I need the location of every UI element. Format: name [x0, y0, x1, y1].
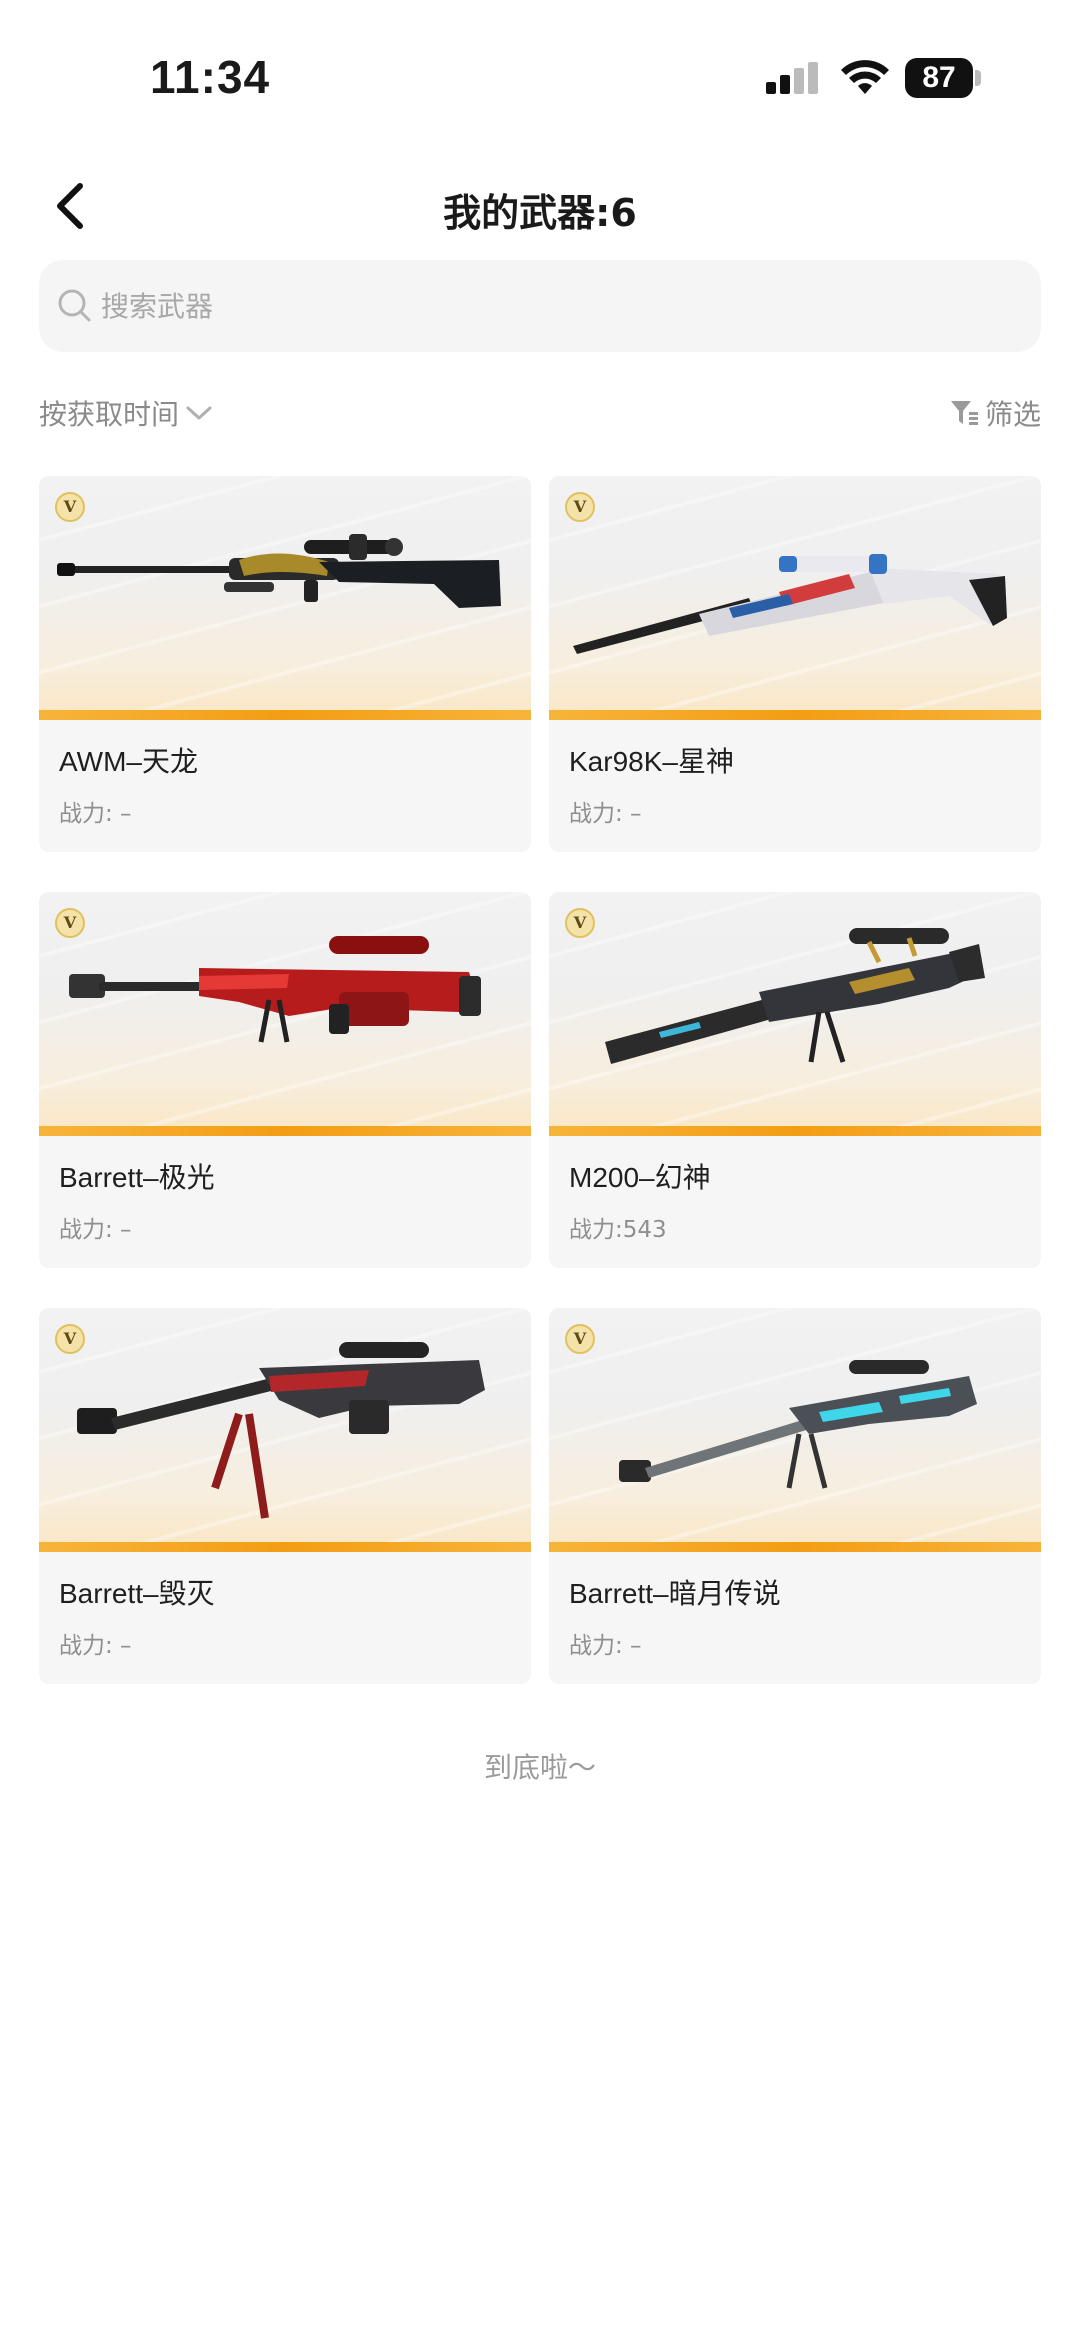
rarity-stripe — [549, 1542, 1041, 1552]
weapon-image: V — [549, 1308, 1041, 1552]
search-icon — [58, 289, 91, 322]
vip-badge-icon: V — [565, 492, 595, 522]
weapon-power: 战力: – — [569, 801, 642, 827]
rarity-stripe — [549, 1126, 1041, 1136]
filter-button[interactable]: 筛选 — [949, 388, 1041, 438]
weapon-name: M200–幻神 — [569, 1162, 711, 1193]
weapon-name: Barrett–毁灭 — [59, 1578, 215, 1609]
rarity-stripe — [39, 1542, 531, 1552]
weapon-card[interactable]: V Barrett–极光 战力: – — [39, 892, 531, 1268]
weapon-card[interactable]: V AWM–天龙 战力: – — [39, 476, 531, 852]
battery-cap — [975, 70, 981, 86]
search-input[interactable] — [101, 260, 1001, 352]
filter-icon — [950, 401, 978, 425]
m200-rifle-image — [605, 928, 985, 1064]
rarity-stripe — [39, 710, 531, 720]
weapon-image: V — [549, 892, 1041, 1136]
weapon-power: 战力: – — [59, 1217, 132, 1243]
weapon-power: 战力: – — [59, 1633, 132, 1659]
weapon-power: 战力: – — [59, 801, 132, 827]
sort-label: 按获取时间 — [39, 398, 180, 431]
weapon-power: 战力: – — [569, 1633, 642, 1659]
vip-badge-icon: V — [55, 492, 85, 522]
vip-badge-icon: V — [565, 908, 595, 938]
page-title: 我的武器:6 — [443, 191, 637, 235]
filter-label: 筛选 — [984, 398, 1041, 431]
weapon-image: V — [549, 476, 1041, 720]
end-of-list-text: 到底啦～ — [483, 1751, 596, 1784]
weapon-name: Barrett–暗月传说 — [569, 1578, 781, 1609]
search-box[interactable] — [39, 260, 1041, 352]
weapon-name: Barrett–极光 — [59, 1162, 215, 1193]
rarity-stripe — [549, 710, 1041, 720]
weapon-card[interactable]: V Barrett–暗月传说 战力: – — [549, 1308, 1041, 1684]
vip-badge-icon: V — [565, 1324, 595, 1354]
weapon-grid: V AWM–天龙 战力: – V Kar98K–星神 战力: – V Barre… — [39, 476, 1041, 1684]
status-bar: 11:34 87 — [0, 0, 1080, 150]
barrett-red-rifle-image — [69, 936, 481, 1043]
weapon-power: 战力:543 — [569, 1217, 667, 1243]
weapon-image: V — [39, 476, 531, 720]
awm-rifle-image — [57, 534, 501, 608]
kar98k-rifle-image — [573, 554, 1007, 654]
nav-bar: 我的武器:6 — [0, 160, 1080, 252]
sort-dropdown[interactable]: 按获取时间 — [39, 388, 213, 438]
weapon-card[interactable]: V Barrett–毁灭 战力: – — [39, 1308, 531, 1684]
status-time: 11:34 — [150, 51, 271, 103]
weapon-card[interactable]: V Kar98K–星神 战力: – — [549, 476, 1041, 852]
chevron-down-icon — [186, 406, 212, 420]
weapon-name: Kar98K–星神 — [569, 746, 734, 777]
weapon-image: V — [39, 1308, 531, 1552]
sort-filter-row: 按获取时间 筛选 — [39, 388, 1041, 438]
weapon-image: V — [39, 892, 531, 1136]
vip-badge-icon: V — [55, 1324, 85, 1354]
wifi-icon — [841, 60, 889, 94]
battery-icon: 87 — [905, 58, 973, 98]
cellular-signal-icon — [766, 62, 818, 94]
weapon-card[interactable]: V M200–幻神 战力:543 — [549, 892, 1041, 1268]
weapon-name: AWM–天龙 — [59, 746, 198, 777]
rarity-stripe — [39, 1126, 531, 1136]
vip-badge-icon: V — [55, 908, 85, 938]
barrett-cyan-rifle-image — [619, 1360, 977, 1489]
barrett-black-rifle-image — [77, 1342, 485, 1519]
